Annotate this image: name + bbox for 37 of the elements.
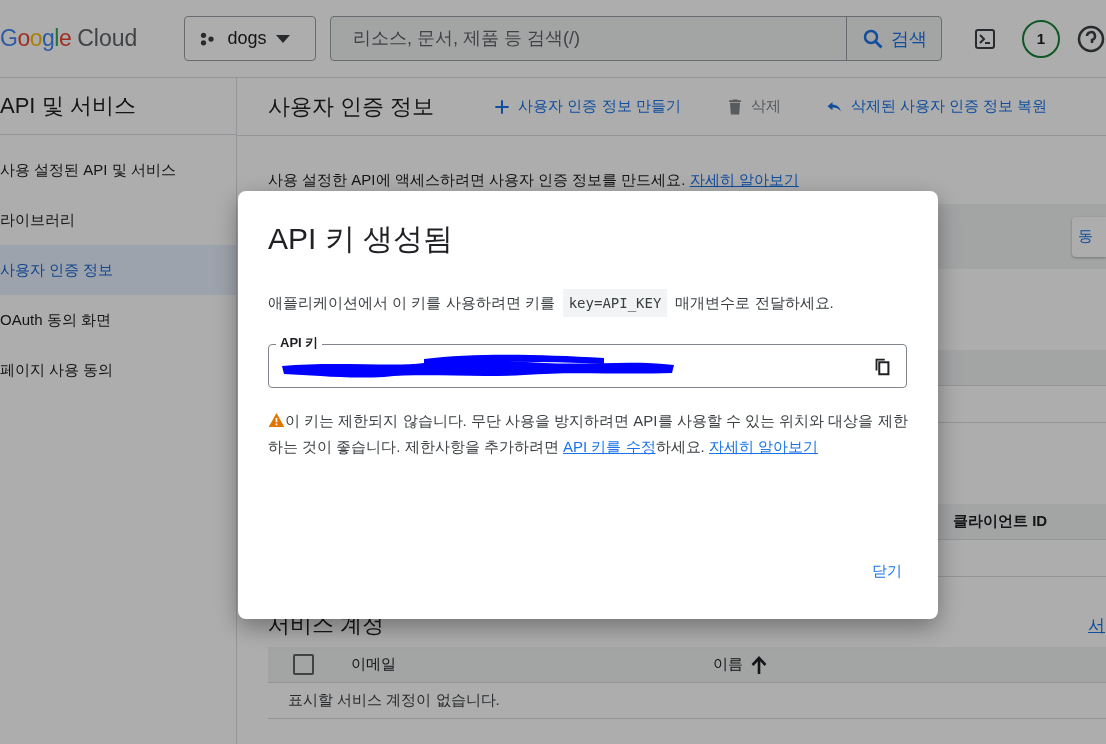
- help-icon[interactable]: [1076, 23, 1106, 54]
- code-snippet: key=API_KEY: [562, 289, 668, 317]
- logo[interactable]: Google Cloud: [0, 25, 185, 52]
- page-title: 사용자 인증 정보: [268, 92, 435, 121]
- warning-icon: [268, 412, 285, 428]
- checkbox[interactable]: [293, 654, 314, 675]
- caret-icon: [276, 34, 291, 43]
- sidebar-item[interactable]: 라이브러리: [0, 195, 236, 245]
- sidebar-item[interactable]: OAuth 동의 화면: [0, 295, 236, 345]
- column-header[interactable]: 이메일: [351, 655, 713, 674]
- learn-more-link[interactable]: 자세히 알아보기: [708, 438, 819, 455]
- sidebar-title: API 및 서비스: [0, 78, 236, 135]
- edit-key-link[interactable]: API 키를 수정: [563, 438, 656, 455]
- api-key-field[interactable]: API 키: [268, 334, 907, 388]
- sidebar-item[interactable]: 사용자 인증 정보: [0, 245, 236, 295]
- dialog-title: API 키 생성됨: [268, 221, 455, 257]
- project-picker[interactable]: dogs: [184, 16, 316, 61]
- instruction-text: 애플리케이션에서 이 키를 사용하려면 키를: [268, 293, 555, 313]
- instruction-text: 매개변수로 전달하세요.: [675, 293, 834, 313]
- notification-count[interactable]: 1: [1022, 19, 1060, 58]
- field-label: API 키: [276, 334, 323, 352]
- banner-button[interactable]: 동: [1072, 216, 1106, 257]
- arrow-up-icon: [751, 655, 767, 674]
- sidebar-item[interactable]: 사용 설정된 API 및 서비스: [0, 145, 236, 195]
- action-button[interactable]: 사용자 인증 정보 만들기: [492, 96, 681, 117]
- column-header: 클라이언트 ID: [953, 512, 1048, 531]
- column-header[interactable]: 이름: [713, 655, 1075, 674]
- search-field[interactable]: 리소스, 문서, 제품 등 검색(/) 검색: [330, 16, 943, 61]
- intro-text: 사용 설정한 API에 액세스하려면 사용자 인증 정보를 만드세요.: [268, 171, 687, 188]
- close-button[interactable]: 닫기: [866, 554, 908, 589]
- section-link[interactable]: 서: [1088, 613, 1106, 637]
- search-button[interactable]: 검색: [846, 17, 942, 60]
- action-button[interactable]: 삭제된 사용자 인증 정보 복원: [824, 96, 1048, 117]
- warning-text: 이 키는 제한되지 않습니다. 무단 사용을 방지하려면 API를 사용할 수 있는 위치와 대상을 제한하는 것이 좋습니다. 제한사항을 추가하려면 API 키를 수정하세요. 자세히 알아보기: [268, 411, 908, 457]
- sidebar-item[interactable]: 페이지 사용 동의: [0, 345, 236, 395]
- empty-message: 표시할 서비스 계정이 없습니다.: [268, 683, 1106, 719]
- learn-more-link[interactable]: 자세히 알아보기: [689, 171, 799, 188]
